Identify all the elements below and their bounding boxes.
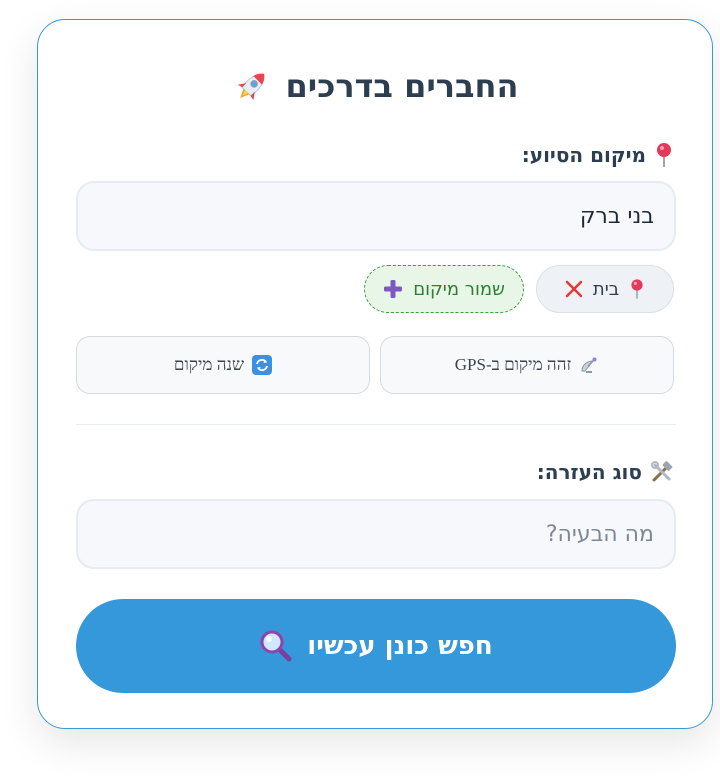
saved-location-chip-home[interactable]: בית — [536, 265, 674, 313]
satellite-icon — [579, 355, 599, 375]
refresh-icon — [252, 355, 273, 375]
magnifier-icon — [259, 629, 293, 663]
help-type-input[interactable] — [76, 499, 676, 569]
change-location-button[interactable]: שנה מיקום — [76, 336, 370, 394]
form-card: החברים בדרכים מיקום הסיוע: בני ברק בית ש… — [37, 19, 713, 729]
save-location-button[interactable]: שמור מיקום — [364, 265, 524, 313]
pin-icon — [629, 278, 645, 300]
location-label: מיקום הסיוע: — [521, 143, 646, 167]
search-now-button[interactable]: חפש כונן עכשיו — [76, 599, 676, 693]
pin-icon — [654, 142, 674, 168]
section-divider — [76, 424, 676, 425]
tools-icon — [650, 460, 674, 484]
close-icon[interactable] — [565, 280, 583, 298]
gps-detect-button[interactable]: זהה מיקום ב-GPS — [380, 336, 674, 394]
help-type-label: סוג העזרה: — [536, 460, 642, 484]
help-type-label-row: סוג העזרה: — [537, 460, 674, 484]
search-now-label: חפש כונן עכשיו — [307, 631, 493, 661]
page-title: החברים בדרכים — [285, 67, 519, 105]
gps-detect-label: זהה מיקום ב-GPS — [454, 355, 572, 374]
title-row: החברים בדרכים — [38, 66, 712, 106]
location-input[interactable] — [76, 181, 676, 251]
location-label-row: מיקום הסיוע: — [522, 142, 674, 168]
rocket-icon — [232, 66, 272, 106]
change-location-label: שנה מיקום — [173, 355, 245, 374]
saved-location-label: בית — [592, 278, 620, 300]
save-location-label: שמור מיקום — [413, 278, 505, 300]
plus-icon — [383, 279, 403, 299]
